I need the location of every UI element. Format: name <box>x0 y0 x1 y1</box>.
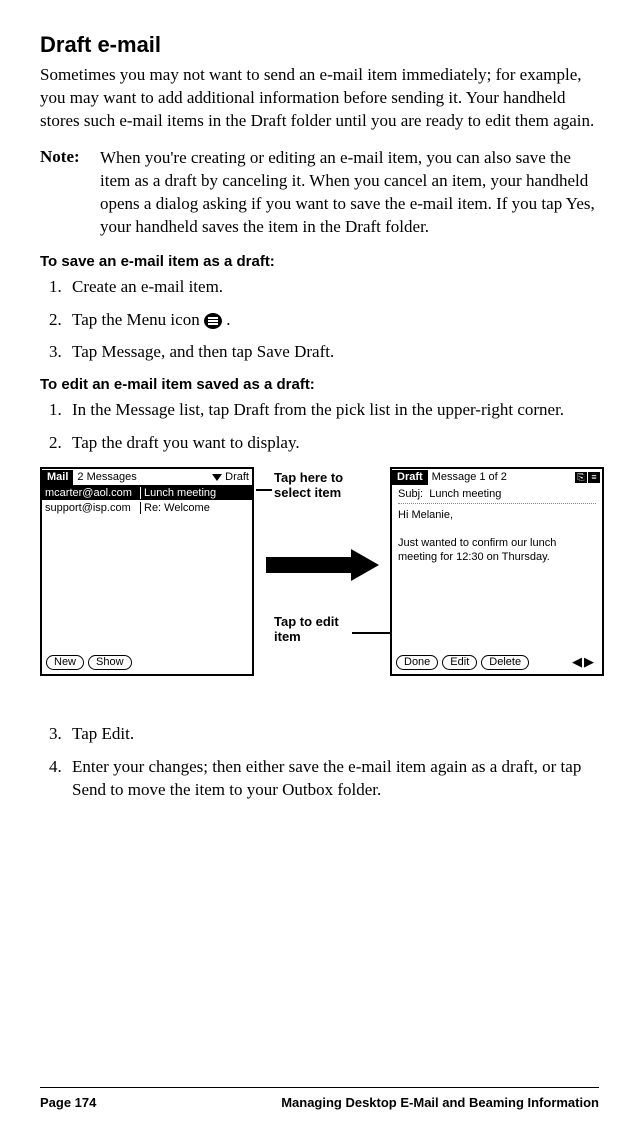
proc2-step-4: Enter your changes; then either save the… <box>66 756 599 802</box>
proc2-step-2: Tap the draft you want to display. <box>66 432 599 455</box>
menu-icon <box>204 313 222 329</box>
edit-button[interactable]: Edit <box>442 655 477 670</box>
mail-row-2-from: support@isp.com <box>42 502 141 514</box>
title-icon-2[interactable]: ≡ <box>588 472 600 483</box>
procedure2-list-a: In the Message list, tap Draft from the … <box>40 399 599 455</box>
page-footer: Page 174 Managing Desktop E-Mail and Bea… <box>40 1095 599 1110</box>
proc1-step-2-suffix: . <box>226 310 230 329</box>
note-block: Note: When you're creating or editing an… <box>40 147 599 239</box>
chevron-down-icon <box>212 474 222 481</box>
procedure2-heading: To edit an e-mail item saved as a draft: <box>40 376 599 393</box>
draft-buttons: Done Edit Delete <box>396 655 529 670</box>
proc2-step-3: Tap Edit. <box>66 723 599 746</box>
proc1-step-2-text: Tap the Menu icon <box>72 310 204 329</box>
procedure2-list-b: Tap Edit. Enter your changes; then eithe… <box>40 723 599 802</box>
mail-row-2[interactable]: support@isp.com Re: Welcome <box>42 500 252 515</box>
proc1-step-1: Create an e-mail item. <box>66 276 599 299</box>
mail-title-text: 2 Messages <box>73 471 136 483</box>
mail-row-2-subj: Re: Welcome <box>141 502 210 514</box>
done-button[interactable]: Done <box>396 655 438 670</box>
note-label: Note: <box>40 147 100 239</box>
body-text: Just wanted to confirm our lunch meeting… <box>398 536 596 565</box>
figure-area: Mail 2 Messages Draft mcarter@aol.com Lu… <box>40 467 599 707</box>
show-button[interactable]: Show <box>88 655 132 670</box>
picklist-label: Draft <box>225 471 249 483</box>
mail-list-screenshot: Mail 2 Messages Draft mcarter@aol.com Lu… <box>40 467 254 676</box>
note-text: When you're creating or editing an e-mai… <box>100 147 599 239</box>
mail-row-1-subj: Lunch meeting <box>141 487 216 499</box>
arrow-icon <box>266 549 381 581</box>
proc2-step-1: In the Message list, tap Draft from the … <box>66 399 599 422</box>
mail-row-1-from: mcarter@aol.com <box>42 487 141 499</box>
chapter-title: Managing Desktop E-Mail and Beaming Info… <box>281 1095 599 1110</box>
annotation-edit-item: Tap to edit item <box>274 615 354 644</box>
draft-message-screenshot: Draft Message 1 of 2 ⎘ ≡ Subj: Lunch mee… <box>390 467 604 676</box>
annotation-line-1 <box>256 489 272 491</box>
draft-app-tab: Draft <box>392 470 428 485</box>
procedure1-list: Create an e-mail item. Tap the Menu icon… <box>40 276 599 365</box>
mail-row-1[interactable]: mcarter@aol.com Lunch meeting <box>42 485 252 500</box>
proc1-step-3: Tap Message, and then tap Save Draft. <box>66 341 599 364</box>
subject-label: Subj: <box>398 488 423 500</box>
annotation-select-item: Tap here to select item <box>274 471 354 500</box>
footer-rule <box>40 1087 599 1088</box>
intro-paragraph: Sometimes you may not want to send an e-… <box>40 64 599 133</box>
proc1-step-2: Tap the Menu icon . <box>66 309 599 332</box>
folder-picklist[interactable]: Draft <box>212 471 249 483</box>
procedure1-heading: To save an e-mail item as a draft: <box>40 253 599 270</box>
body-greeting: Hi Melanie, <box>398 508 596 522</box>
mail-titlebar: Mail 2 Messages Draft <box>42 469 252 485</box>
section-heading: Draft e-mail <box>40 32 599 58</box>
subject-value: Lunch meeting <box>429 488 501 500</box>
draft-title-text: Message 1 of 2 <box>428 471 507 483</box>
page-number: Page 174 <box>40 1095 96 1110</box>
new-button[interactable]: New <box>46 655 84 670</box>
delete-button[interactable]: Delete <box>481 655 529 670</box>
title-icon-1[interactable]: ⎘ <box>575 472 587 483</box>
draft-titlebar: Draft Message 1 of 2 ⎘ ≡ <box>392 469 602 485</box>
mail-buttons: New Show <box>46 655 132 670</box>
mail-app-tab: Mail <box>42 470 73 485</box>
nav-arrows-icon[interactable]: ◀▶ <box>572 654 596 670</box>
message-body-area: Subj: Lunch meeting Hi Melanie, Just wan… <box>392 485 602 566</box>
subject-line: Subj: Lunch meeting <box>398 487 596 503</box>
title-icons: ⎘ ≡ <box>575 472 600 483</box>
